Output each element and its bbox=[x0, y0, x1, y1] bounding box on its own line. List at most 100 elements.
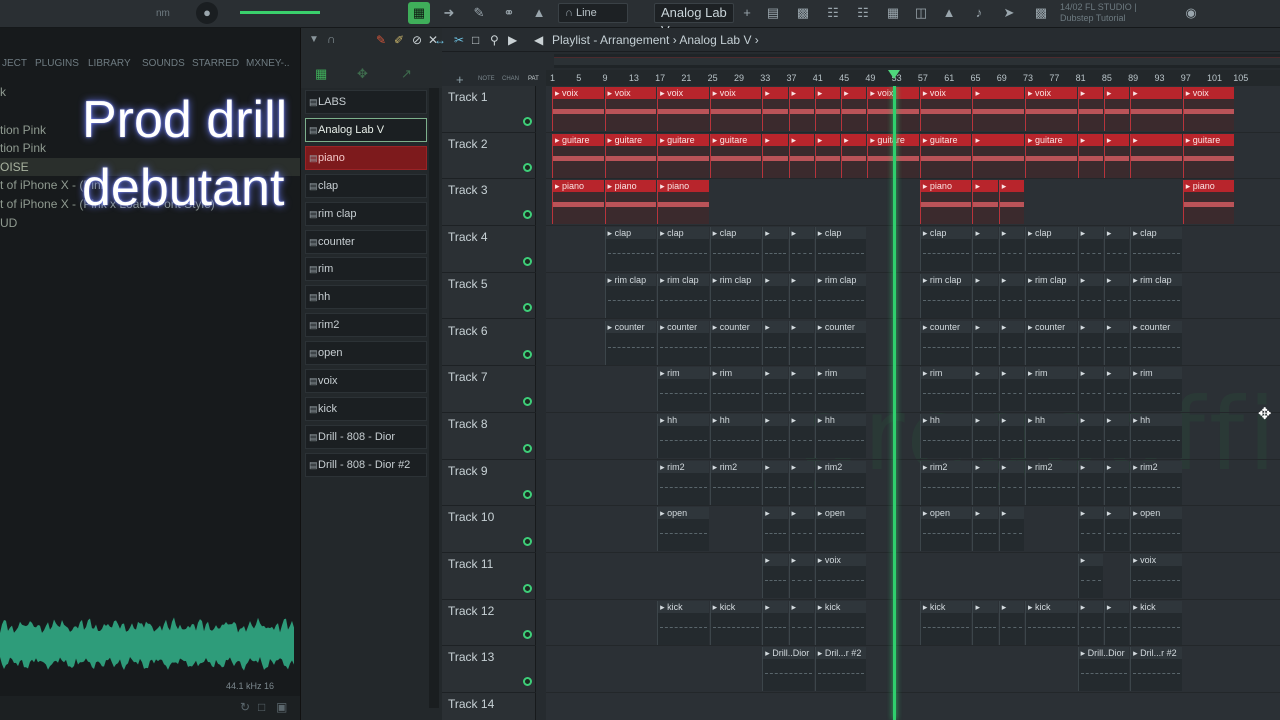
track-header[interactable]: Track 1 bbox=[442, 86, 536, 133]
track-header[interactable]: Track 12 bbox=[442, 600, 536, 647]
playlist-clip[interactable]: ▸ bbox=[1077, 227, 1103, 272]
playlist-clip[interactable]: ▸ bbox=[762, 600, 788, 645]
playlist-clip[interactable]: ▸ rim bbox=[1025, 367, 1077, 412]
playlist-clip[interactable]: ▸ guitare bbox=[604, 133, 657, 178]
playlist-clip[interactable]: ▸ rim2 bbox=[1025, 460, 1077, 505]
playlist-clip[interactable]: ▸ bbox=[788, 413, 814, 458]
timeline-ruler[interactable]: 1 5 9 13 17 21 25 29 33 37 41 45 49 53 57 61 65 69 73 77 81 8… bbox=[546, 70, 1280, 86]
playlist-clip[interactable]: ▸ voix bbox=[604, 87, 657, 131]
track-header[interactable]: Track 8 bbox=[442, 413, 536, 460]
playlist-clip[interactable]: ▸ rim clap bbox=[919, 273, 972, 318]
playlist-clip[interactable]: ▸ clap bbox=[604, 227, 657, 272]
plus-icon[interactable]: + bbox=[736, 2, 758, 24]
playlist-clip[interactable]: ▸ hh bbox=[709, 413, 762, 458]
playlist-clip[interactable]: ▸ open bbox=[1130, 507, 1182, 552]
add-track-icon[interactable]: + bbox=[456, 72, 464, 87]
playlist-clip[interactable]: ▸ kick bbox=[1130, 600, 1182, 645]
channel-button[interactable]: ▤ Drill - 808 - Dior #2 bbox=[305, 452, 427, 477]
channel-button[interactable]: ▤ hh bbox=[305, 285, 427, 310]
playlist-clip[interactable]: ▸ bbox=[762, 554, 788, 598]
playlist-clip[interactable]: ▸ bbox=[1130, 133, 1182, 178]
playlist-clip[interactable]: ▸ bbox=[762, 367, 788, 412]
playlist-clip[interactable]: ▸ bbox=[1103, 87, 1130, 131]
playlist-clip[interactable]: ▸ bbox=[814, 133, 841, 178]
track-header[interactable]: Track 7 bbox=[442, 366, 536, 413]
playlist-clip[interactable]: ▸ bbox=[1077, 133, 1103, 178]
playlist-clip[interactable]: ▸ bbox=[972, 273, 998, 318]
playlist-clip[interactable]: ▸ piano bbox=[604, 180, 657, 225]
track-header[interactable]: Track 2 bbox=[442, 133, 536, 180]
track-enable-toggle[interactable] bbox=[523, 303, 532, 313]
tempo-icon[interactable]: ♪ bbox=[968, 2, 990, 24]
playlist-clip[interactable]: ▸ guitare bbox=[657, 133, 709, 178]
playlist-clip[interactable]: ▸ bbox=[1130, 87, 1182, 131]
playlist-clip[interactable]: ▸ counter bbox=[1025, 320, 1077, 365]
playlist-clip[interactable]: ▸ rim bbox=[709, 367, 762, 412]
playlist-clip[interactable]: ▸ bbox=[1077, 554, 1103, 598]
playlist-clip[interactable]: ▸ bbox=[788, 460, 814, 505]
playlist-clip[interactable]: ▸ voix bbox=[657, 87, 709, 131]
playlist-clip[interactable]: ▸ rim bbox=[814, 367, 867, 412]
playlist-clip[interactable]: ▸ bbox=[972, 227, 998, 272]
channel-button[interactable]: ▤ rim bbox=[305, 257, 427, 282]
playlist-clip[interactable]: ▸ Drill..Dior bbox=[762, 647, 814, 692]
master-knob-icon[interactable]: ● bbox=[196, 2, 218, 24]
folder-icon[interactable]: □ bbox=[258, 700, 265, 714]
browser-tab[interactable]: STARRED bbox=[192, 58, 239, 69]
project-icon[interactable]: ◫ bbox=[910, 2, 932, 24]
track-enable-toggle[interactable] bbox=[523, 163, 532, 173]
playlist-clip[interactable]: ▸ bbox=[762, 273, 788, 318]
browser-tab[interactable]: SOUNDS bbox=[142, 58, 185, 69]
pencil-icon[interactable]: ✎ bbox=[376, 33, 386, 47]
playlist-clip[interactable]: ▸ bbox=[1103, 367, 1130, 412]
playlist-clip[interactable]: ▸ kick bbox=[657, 600, 709, 645]
playlist-clip[interactable]: ▸ bbox=[1103, 320, 1130, 365]
playlist-clip[interactable]: ▸ Dril...r #2 bbox=[1130, 647, 1182, 692]
track-enable-toggle[interactable] bbox=[523, 630, 532, 640]
playlist-clip[interactable]: ▸ bbox=[788, 227, 814, 272]
playlist-clip[interactable]: ▸ open bbox=[814, 507, 867, 552]
slide-icon[interactable]: ↗ bbox=[401, 66, 412, 82]
track-header[interactable]: Track 3 bbox=[442, 179, 536, 227]
playlist-clip[interactable]: ▸ clap bbox=[1130, 227, 1182, 272]
track-enable-toggle[interactable] bbox=[523, 350, 532, 360]
browser-tab[interactable]: JECT bbox=[2, 58, 27, 69]
arrangement-grid[interactable]: gregoofficiel ▸ voix▸ voix▸ voix▸ voix▸ … bbox=[546, 86, 1280, 720]
channel-button[interactable]: ▤ piano bbox=[305, 145, 427, 170]
playlist-clip[interactable]: ▸ bbox=[998, 507, 1025, 552]
playlist-clip[interactable]: ▸ voix bbox=[552, 87, 604, 131]
refresh-icon[interactable]: ↻ bbox=[240, 700, 250, 714]
playlist-clip[interactable]: ▸ bbox=[1103, 507, 1130, 552]
instrument-select[interactable]: Analog Lab V bbox=[654, 3, 734, 38]
playlist-clip[interactable]: ▸ clap bbox=[814, 227, 867, 272]
track-enable-toggle[interactable] bbox=[523, 677, 532, 687]
playlist-clip[interactable]: ▸ bbox=[1077, 273, 1103, 318]
track-row[interactable]: ▸ Drill..Dior ▸ Dril...r #2 ▸ Drill..Dior ▸… bbox=[546, 646, 1280, 694]
playlist-clip[interactable]: ▸ bbox=[998, 227, 1025, 272]
playlist-clip[interactable]: ▸ rim2 bbox=[709, 460, 762, 505]
playlist-clip[interactable]: ▸ hh bbox=[1025, 413, 1077, 458]
zoom-icon[interactable]: ⚲ bbox=[490, 33, 499, 47]
track-row[interactable]: ▸ counter ▸ counter ▸ counter ▸ ▸ ▸ counter… bbox=[546, 320, 1280, 367]
playlist-clip[interactable]: ▸ clap bbox=[709, 227, 762, 272]
channel-button[interactable]: ▤ voix bbox=[305, 369, 427, 393]
playlist-clip[interactable]: ▸ bbox=[1103, 413, 1130, 458]
playlist-clip[interactable]: ▸ bbox=[762, 413, 788, 458]
playlist-clip[interactable]: ▸ rim2 bbox=[1130, 460, 1182, 505]
playlist-clip[interactable]: ▸ rim2 bbox=[814, 460, 867, 505]
snap-select[interactable]: ∩ Line bbox=[558, 3, 628, 23]
playlist-clip[interactable]: ▸ Dril...r #2 bbox=[814, 647, 867, 692]
playlist-clip[interactable]: ▸ counter bbox=[604, 320, 657, 365]
track-enable-toggle[interactable] bbox=[523, 396, 532, 406]
channel-button[interactable]: ▤ open bbox=[305, 341, 427, 366]
browser-icon[interactable]: ▦ bbox=[882, 2, 904, 24]
playlist-clip[interactable]: ▸ bbox=[762, 227, 788, 272]
channel-button[interactable]: ▤ LABS bbox=[305, 90, 427, 114]
browser-tab[interactable]: LIBRARY bbox=[88, 58, 131, 69]
brush-icon[interactable]: ✐ bbox=[394, 33, 404, 47]
playlist-clip[interactable]: ▸ voix bbox=[814, 554, 867, 598]
magnet-icon[interactable]: ∩ bbox=[327, 32, 336, 46]
playlist-clip[interactable]: ▸ bbox=[788, 273, 814, 318]
playlist-clip[interactable]: ▸ guitare bbox=[919, 133, 972, 178]
playlist-clip[interactable]: ▸ bbox=[1103, 227, 1130, 272]
